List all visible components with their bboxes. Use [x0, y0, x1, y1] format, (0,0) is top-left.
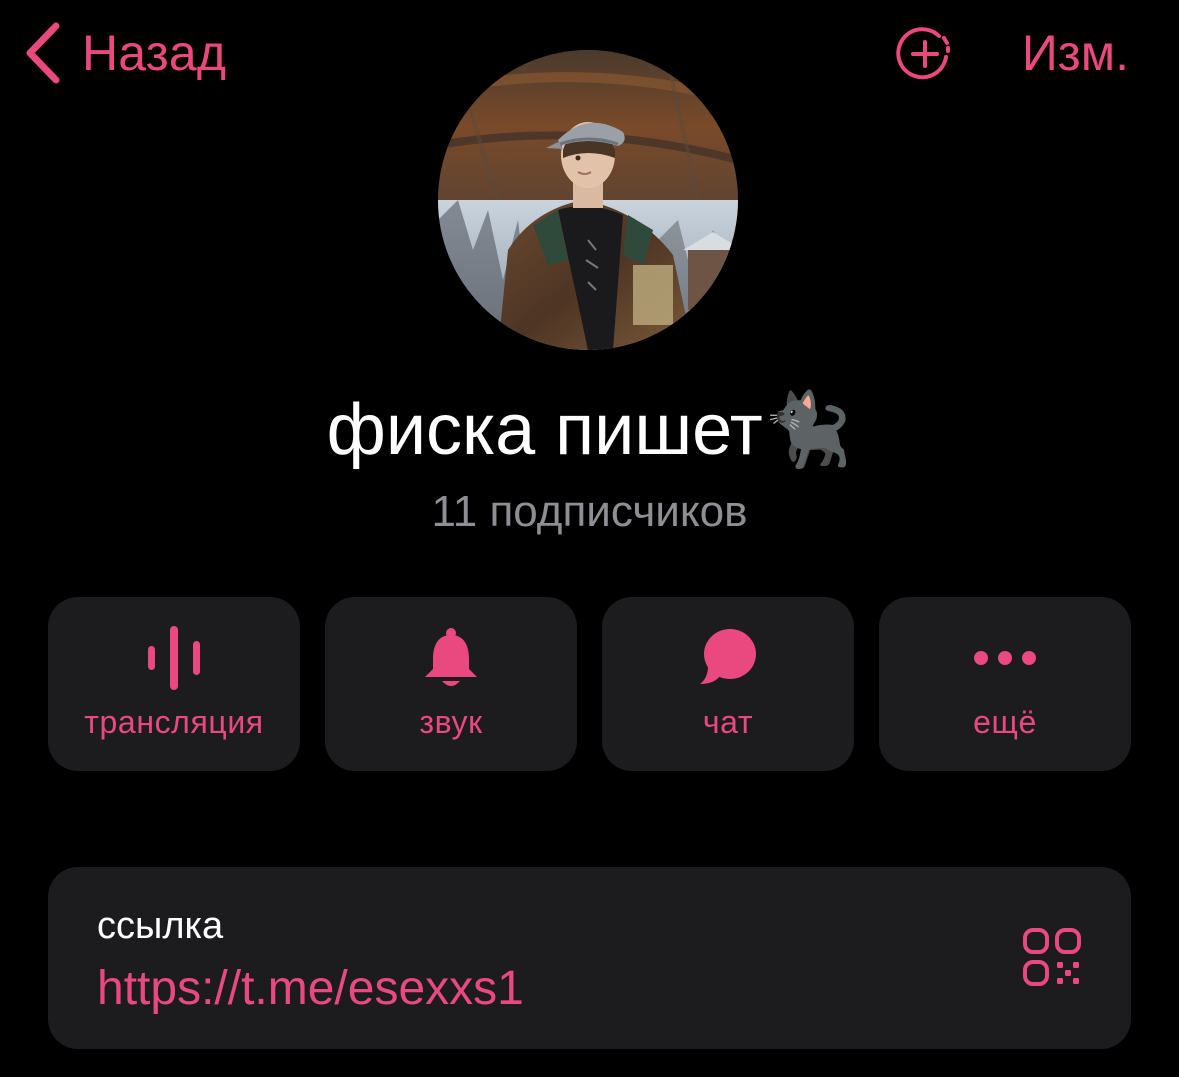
waveform-icon	[48, 625, 300, 691]
channel-title: фиска пишет🐈‍⬛	[326, 390, 853, 470]
subscriber-count: 11 подписчиков	[431, 487, 748, 536]
qr-code-icon[interactable]	[1022, 927, 1082, 987]
ellipsis-icon	[879, 625, 1131, 691]
link-caption: ссылка	[97, 905, 224, 947]
back-button[interactable]: Назад	[22, 20, 226, 86]
live-stream-label: трансляция	[84, 704, 264, 740]
chevron-left-icon	[22, 22, 62, 84]
more-label: ещё	[973, 704, 1037, 740]
add-story-icon[interactable]	[895, 24, 957, 82]
chat-button[interactable]: чат	[602, 597, 854, 771]
more-button[interactable]: ещё	[879, 597, 1131, 771]
edit-button[interactable]: Изм.	[1022, 20, 1129, 86]
action-bar: трансляция звук чат ещё	[48, 597, 1131, 771]
back-label: Назад	[82, 25, 227, 81]
bell-icon	[325, 625, 577, 691]
sound-label: звук	[419, 704, 483, 740]
channel-link[interactable]: https://t.me/esexxs1	[97, 959, 524, 1019]
sound-button[interactable]: звук	[325, 597, 577, 771]
channel-avatar[interactable]	[438, 50, 738, 350]
live-stream-button[interactable]: трансляция	[48, 597, 300, 771]
chat-bubble-icon	[602, 625, 854, 691]
chat-label: чат	[702, 704, 754, 740]
link-card: ссылка https://t.me/esexxs1	[48, 867, 1131, 1049]
